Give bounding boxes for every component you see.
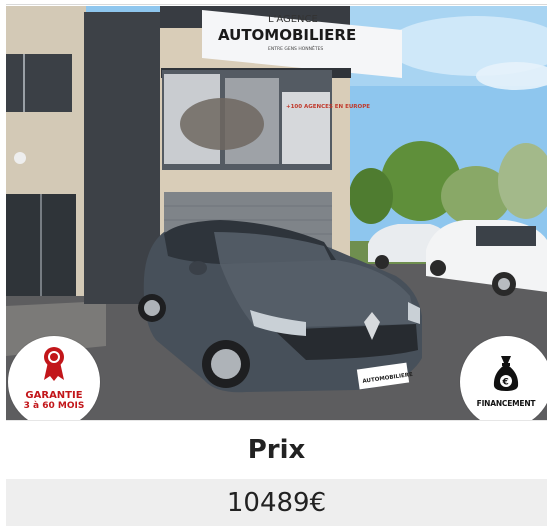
warranty-label: GARANTIE bbox=[25, 390, 83, 401]
price-value: 10489€ bbox=[226, 487, 327, 518]
price-row: 10489€ bbox=[6, 479, 547, 526]
vehicle-photo[interactable]: L'AGENCE AUTOMOBILIERE ENTRE GENS HONNÊT… bbox=[6, 6, 547, 420]
vehicle-card[interactable]: L'AGENCE AUTOMOBILIERE ENTRE GENS HONNÊT… bbox=[6, 0, 547, 526]
price-label: Prix bbox=[247, 435, 306, 465]
warranty-duration: 3 à 60 MOIS bbox=[23, 401, 85, 411]
dealer-sign-line2: AUTOMOBILIERE bbox=[218, 26, 356, 44]
dealer-sign-line1: L'AGENCE bbox=[268, 14, 318, 25]
money-bag-euro-icon: € bbox=[492, 354, 520, 392]
price-header: Prix bbox=[6, 420, 547, 480]
ribbon-medal-icon bbox=[43, 346, 65, 382]
financing-label: FINANCEMENT bbox=[476, 399, 536, 408]
top-divider bbox=[6, 4, 547, 5]
financing-badge[interactable]: € FINANCEMENT bbox=[460, 336, 547, 420]
warranty-badge[interactable]: GARANTIE 3 à 60 MOIS bbox=[8, 336, 100, 420]
svg-text:€: € bbox=[502, 378, 509, 388]
window-poster-text: +100 AGENCES EN EUROPE bbox=[286, 104, 370, 110]
